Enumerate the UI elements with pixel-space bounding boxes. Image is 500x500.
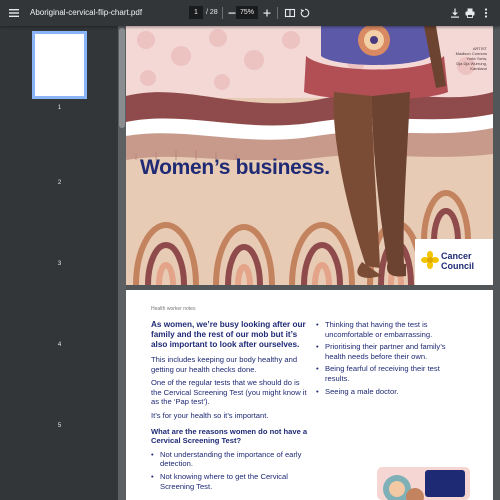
thumbnail-sidebar: 1 2 3 4 5: [0, 26, 118, 500]
preview-text-block: [425, 470, 465, 497]
logo-line: Council: [441, 261, 474, 271]
pdf-page-1: ARTIST Madison Connors Yorta Yorta, Dja …: [126, 26, 493, 285]
menu-icon[interactable]: [8, 7, 20, 19]
artist-nation: Kamilaroi: [470, 66, 487, 71]
left-column: As women, we’re busy looking after our f…: [151, 320, 309, 494]
sidebar-scrollbar[interactable]: [118, 26, 126, 500]
section-label: Health worker notes: [151, 306, 196, 312]
thumbnail-number: 1: [57, 105, 62, 111]
question-heading: What are the reasons women do not have a…: [151, 426, 308, 446]
paragraph: It’s for your health so it’s important.: [151, 410, 269, 420]
pdf-toolbar: Aboriginal-cervical-flip-chart.pdf 1 / 2…: [0, 0, 500, 26]
cancer-council-logo: Cancer Council: [415, 239, 493, 285]
rotate-icon[interactable]: [299, 7, 311, 19]
sidebar-scroll-thumb[interactable]: [119, 28, 125, 128]
list-item: Prioritising their partner and family’s …: [316, 342, 466, 361]
paragraph: One of the regular tests that we should …: [151, 378, 307, 407]
thumbnail-image: [32, 31, 87, 99]
fit-page-icon[interactable]: [284, 7, 296, 19]
logo-text: Cancer Council: [441, 251, 474, 271]
zoom-level-input[interactable]: 75%: [236, 6, 258, 19]
flip-chart-preview-image: [377, 467, 470, 500]
toolbar-divider: [277, 7, 278, 19]
reasons-list: Not understanding the importance of earl…: [151, 450, 309, 491]
list-item: Seeing a male doctor.: [316, 387, 466, 397]
toolbar-divider: [222, 7, 223, 19]
thumbnail-number: 2: [57, 180, 62, 186]
right-column: Thinking that having the test is uncomfo…: [316, 320, 466, 399]
daffodil-icon: [421, 251, 439, 269]
thumbnail-number: 5: [57, 423, 62, 429]
list-item: Not knowing where to get the Cervical Sc…: [151, 472, 309, 491]
download-icon[interactable]: [449, 7, 461, 19]
more-icon[interactable]: [480, 7, 492, 19]
intro-text: As women, we’re busy looking after our f…: [151, 320, 306, 349]
document-scrollbar[interactable]: [493, 26, 500, 500]
logo-line: Cancer: [441, 251, 472, 261]
print-icon[interactable]: [464, 7, 476, 19]
thumbnail-page-1[interactable]: 1: [32, 31, 87, 111]
page-number-input[interactable]: 1: [189, 6, 203, 19]
list-item: Being fearful of receiving their test re…: [316, 364, 466, 383]
reasons-list: Thinking that having the test is uncomfo…: [316, 320, 466, 396]
artist-credit: ARTIST Madison Connors Yorta Yorta, Dja …: [427, 46, 487, 71]
paragraph: This includes keeping our body healthy a…: [151, 355, 298, 374]
thumbnail-number: 4: [57, 342, 62, 348]
document-title: Aboriginal-cervical-flip-chart.pdf: [30, 8, 143, 17]
zoom-in-icon[interactable]: [261, 7, 273, 19]
thumbnail-number: 3: [57, 261, 62, 267]
pdf-page-2: Health worker notes As women, we’re busy…: [126, 290, 493, 500]
cover-headline: Women’s business.: [140, 156, 330, 179]
list-item: Not understanding the importance of earl…: [151, 450, 309, 469]
list-item: Thinking that having the test is uncomfo…: [316, 320, 466, 339]
page-count: / 28: [206, 9, 218, 16]
